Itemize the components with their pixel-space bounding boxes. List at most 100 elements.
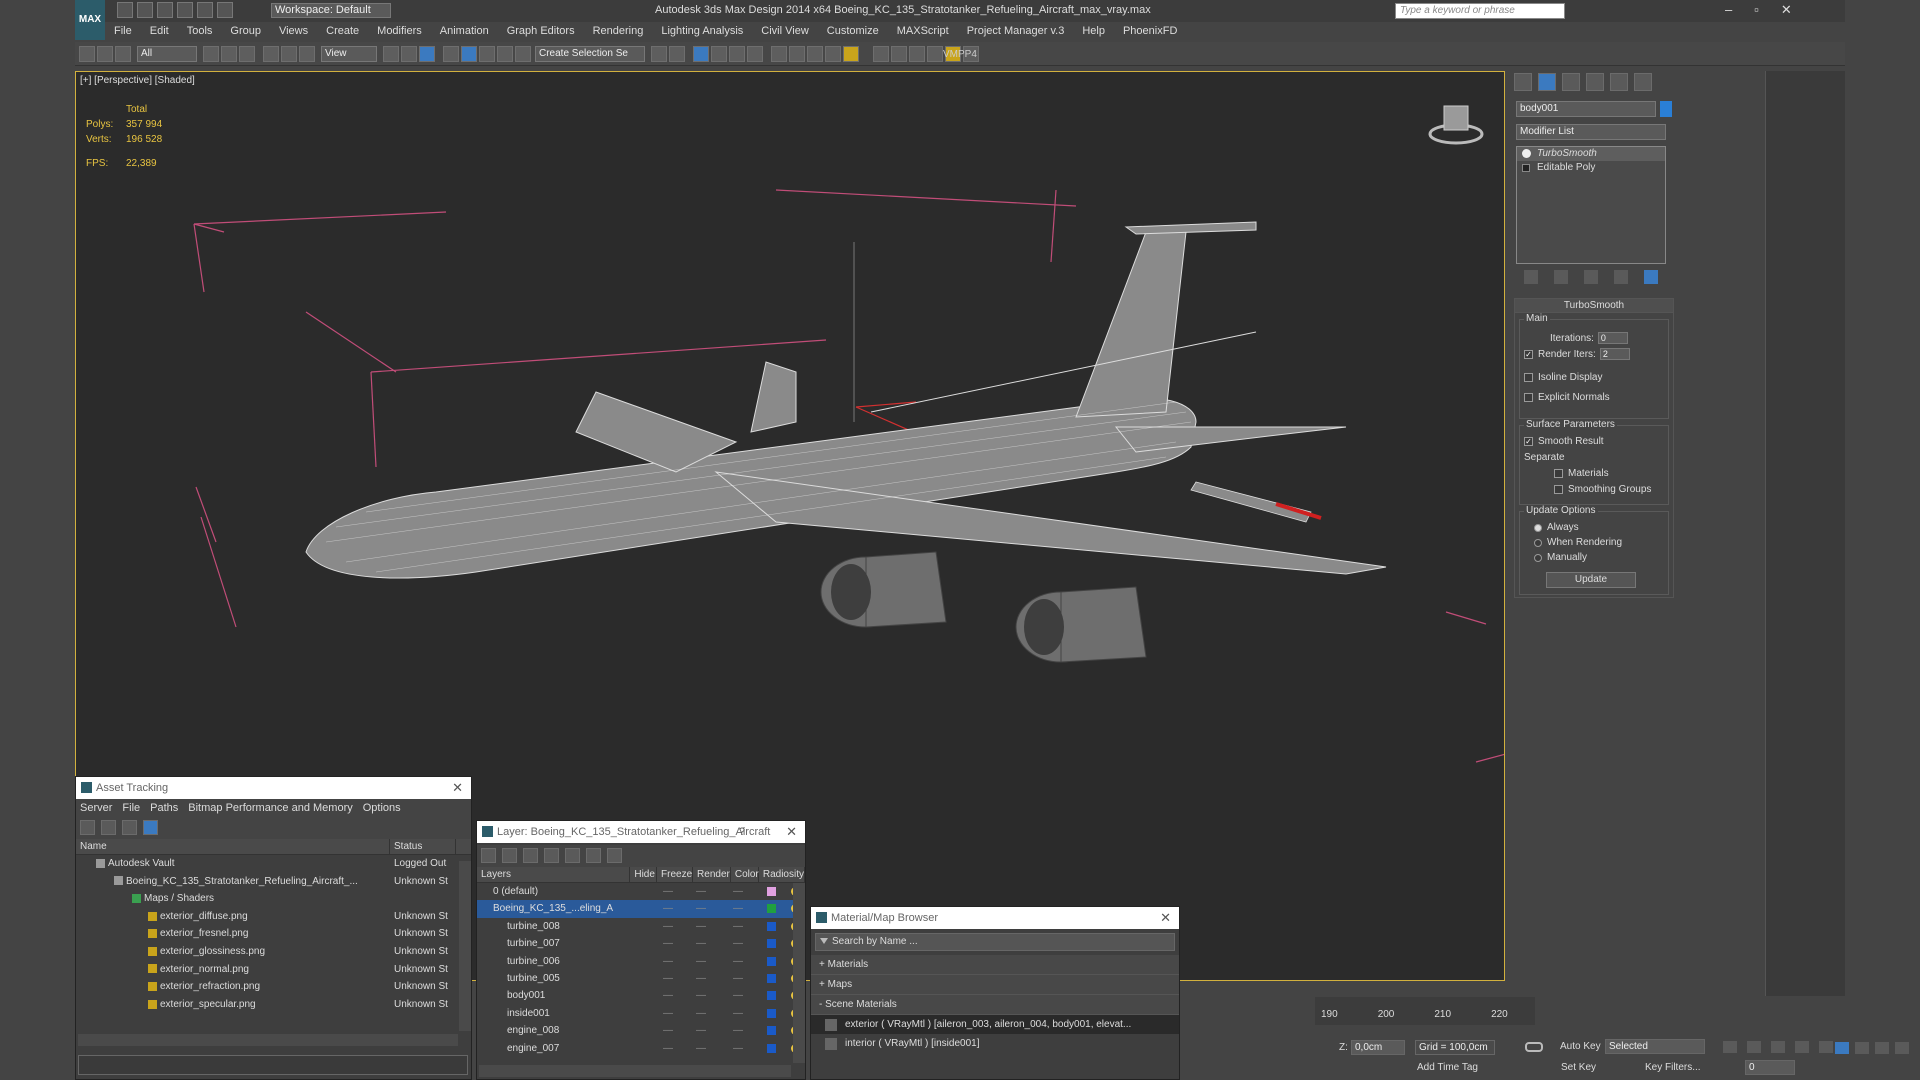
highlight-layer-icon[interactable] — [565, 848, 580, 863]
pan-icon[interactable] — [1875, 1042, 1889, 1054]
layer-col-color[interactable]: Color — [731, 867, 759, 882]
selection-filter-dropdown[interactable]: All — [137, 46, 197, 62]
smoothing-groups-checkbox[interactable] — [1554, 485, 1563, 494]
keyboard-shortcut-icon[interactable] — [419, 46, 435, 62]
vray-icon[interactable] — [873, 46, 889, 62]
maps-section[interactable]: + Maps — [811, 975, 1179, 995]
vray-sun-icon[interactable] — [927, 46, 943, 62]
save-icon[interactable] — [157, 2, 173, 18]
layer-freeze-toggle[interactable]: — — [683, 1040, 719, 1057]
menu-maxscript[interactable]: MAXScript — [888, 22, 958, 40]
isoline-checkbox[interactable] — [1524, 373, 1533, 382]
material-item-exterior[interactable]: exterior ( VRayMtl ) [aileron_003, ailer… — [811, 1015, 1179, 1034]
layer-freeze-toggle[interactable]: — — [683, 987, 719, 1004]
named-selection-dropdown[interactable]: Create Selection Se — [535, 46, 645, 62]
asset-row[interactable]: exterior_fresnel.png Unknown St — [76, 925, 471, 943]
when-rendering-radio[interactable] — [1534, 538, 1542, 547]
maximize-icon[interactable]: ▫ — [1754, 2, 1759, 18]
asset-menu-file[interactable]: File — [122, 799, 140, 817]
select-icon[interactable] — [203, 46, 219, 62]
create-tab-icon[interactable] — [1514, 73, 1532, 91]
angle-snap-icon[interactable] — [461, 46, 477, 62]
asset-row[interactable]: Autodesk Vault Logged Out — [76, 855, 471, 873]
expand-icon[interactable] — [1522, 164, 1530, 172]
always-radio[interactable] — [1534, 523, 1542, 532]
asset-menu-server[interactable]: Server — [80, 799, 112, 817]
vray-frame-icon[interactable] — [891, 46, 907, 62]
rollout-title[interactable]: TurboSmooth — [1515, 299, 1673, 313]
layer-row[interactable]: engine_007— — — — [477, 1040, 805, 1057]
field-of-view-icon[interactable] — [1855, 1042, 1869, 1054]
delete-layer-icon[interactable] — [502, 848, 517, 863]
layer-row[interactable]: turbine_008— — — — [477, 918, 805, 935]
menu-lighting-analysis[interactable]: Lighting Analysis — [652, 22, 752, 40]
time-slider-ruler[interactable]: 190 200 210 220 — [1315, 997, 1535, 1025]
layer-render-toggle[interactable]: — — [719, 1040, 757, 1057]
show-end-result-icon[interactable] — [1554, 270, 1568, 284]
object-name-field[interactable]: body001 — [1516, 101, 1656, 117]
layer-render-toggle[interactable]: — — [719, 953, 757, 970]
layer-color-swatch[interactable] — [757, 1040, 785, 1057]
viewcube-icon[interactable] — [1426, 102, 1486, 147]
layer-col-hide[interactable]: Hide — [630, 867, 658, 882]
layer-row[interactable]: Boeing_KC_135_...eling_A — — — — [477, 900, 805, 918]
layer-row[interactable]: body001— — — — [477, 987, 805, 1004]
layer-freeze-toggle[interactable]: — — [683, 935, 719, 952]
layer-render-toggle[interactable]: — — [719, 883, 757, 900]
remove-modifier-icon[interactable] — [1614, 270, 1628, 284]
schematic-icon[interactable] — [747, 46, 763, 62]
hierarchy-tab-icon[interactable] — [1562, 73, 1580, 91]
layer-col-radiosity[interactable]: Radiosity — [759, 867, 805, 882]
layer-horizontal-scrollbar[interactable] — [479, 1065, 791, 1077]
layer-render-toggle[interactable]: — — [719, 900, 757, 917]
layer-row[interactable]: 0 (default) — — — — [477, 883, 805, 900]
material-item-interior[interactable]: interior ( VRayMtl ) [inside001] — [811, 1034, 1179, 1053]
menu-views[interactable]: Views — [270, 22, 317, 40]
current-frame-field[interactable]: 0 — [1745, 1060, 1795, 1075]
reference-coord-dropdown[interactable]: View — [321, 46, 377, 62]
pin-stack-icon[interactable] — [1524, 270, 1538, 284]
project-folder-icon[interactable] — [217, 2, 233, 18]
asset-menu-paths[interactable]: Paths — [150, 799, 178, 817]
scale-icon[interactable] — [299, 46, 315, 62]
display-tab-icon[interactable] — [1610, 73, 1628, 91]
smooth-result-checkbox[interactable]: ✓ — [1524, 437, 1533, 446]
layer-color-swatch[interactable] — [757, 918, 785, 935]
menu-create[interactable]: Create — [317, 22, 368, 40]
stack-item-turbosmooth[interactable]: TurboSmooth — [1517, 147, 1665, 161]
search-options-icon[interactable] — [820, 938, 828, 945]
layer-freeze-toggle[interactable]: — — [683, 883, 719, 900]
materials-checkbox[interactable] — [1554, 469, 1563, 478]
layer-color-swatch[interactable] — [757, 883, 785, 900]
modifier-list-dropdown[interactable]: Modifier List — [1516, 124, 1666, 140]
next-frame-icon[interactable] — [1795, 1041, 1809, 1053]
asset-menu-options[interactable]: Options — [363, 799, 401, 817]
menu-project-manager-v-3[interactable]: Project Manager v.3 — [958, 22, 1074, 40]
menu-file[interactable]: File — [105, 22, 141, 40]
asset-path-field[interactable] — [78, 1055, 468, 1075]
new-layer-icon[interactable] — [481, 848, 496, 863]
layer-color-swatch[interactable] — [757, 935, 785, 952]
layer-hide-toggle[interactable]: — — [653, 935, 683, 952]
asset-row[interactable]: Maps / Shaders — [76, 890, 471, 908]
layer-hide-toggle[interactable]: — — [653, 900, 683, 917]
goto-start-icon[interactable] — [1723, 1041, 1737, 1053]
layer-render-toggle[interactable]: — — [719, 987, 757, 1004]
manually-radio[interactable] — [1534, 553, 1542, 562]
play-icon[interactable] — [1771, 1041, 1785, 1053]
app-logo[interactable]: MAX — [75, 0, 105, 40]
layer-color-swatch[interactable] — [757, 900, 785, 917]
asset-row[interactable]: exterior_diffuse.png Unknown St — [76, 908, 471, 926]
layer-render-toggle[interactable]: — — [719, 1005, 757, 1022]
layer-render-toggle[interactable]: — — [719, 1022, 757, 1039]
asset-horizontal-scrollbar[interactable] — [78, 1034, 458, 1046]
asset-vertical-scrollbar[interactable] — [459, 861, 471, 1031]
layer-col-render[interactable]: Render — [693, 867, 731, 882]
layer-help-icon[interactable]: ? — [739, 821, 745, 843]
status-column-header[interactable]: Status — [390, 839, 456, 854]
layer-hide-toggle[interactable]: — — [653, 987, 683, 1004]
bind-icon[interactable] — [115, 46, 131, 62]
object-color-swatch[interactable] — [1660, 101, 1672, 117]
auto-key-mode-dropdown[interactable]: Selected — [1605, 1039, 1705, 1054]
layer-row[interactable]: engine_008— — — — [477, 1022, 805, 1039]
